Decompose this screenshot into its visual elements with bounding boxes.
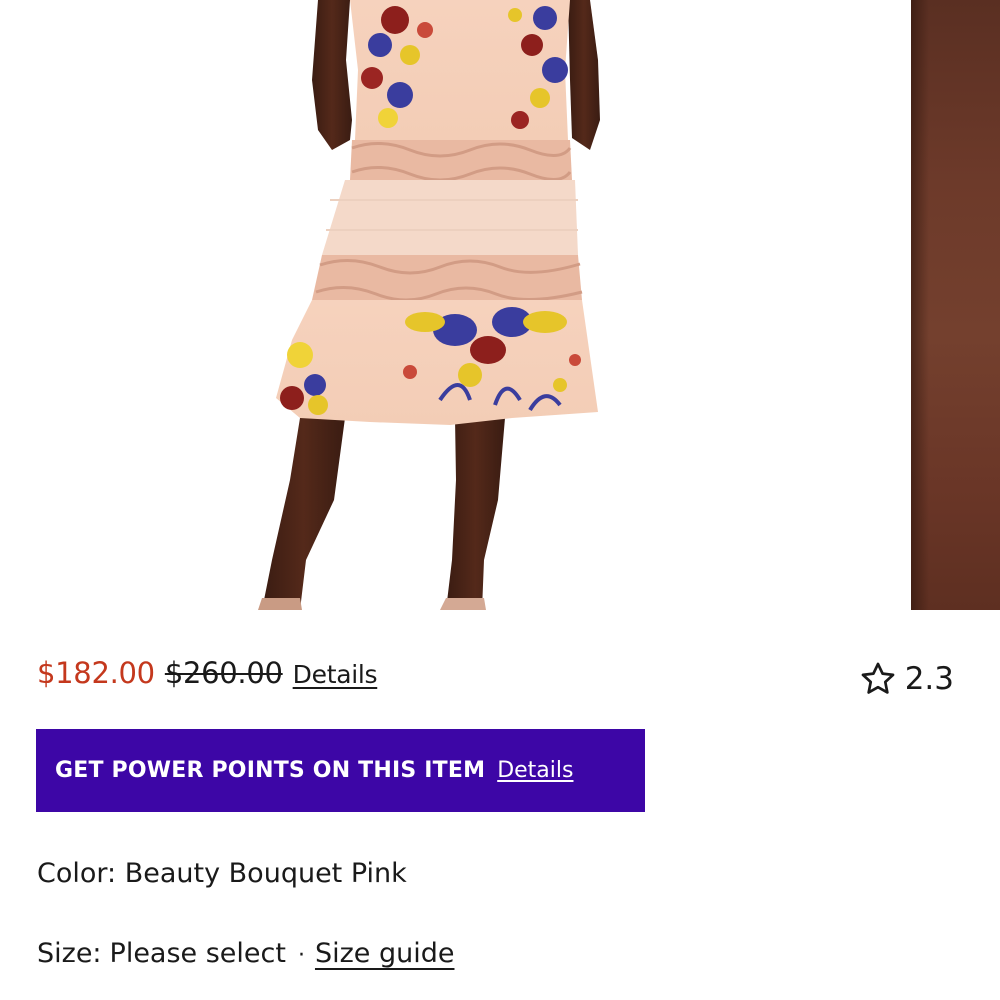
- price-details-link[interactable]: Details: [293, 660, 378, 689]
- color-selection: Color: Beauty Bouquet Pink: [37, 858, 407, 889]
- rating-value: 2.3: [904, 661, 954, 697]
- power-points-banner[interactable]: GET POWER POINTS ON THIS ITEM Details: [36, 729, 645, 812]
- rating[interactable]: 2.3: [859, 660, 954, 698]
- product-detail-page: $182.00 $260.00 Details 2.3 GET POWER PO…: [0, 0, 1000, 1000]
- power-points-details-link[interactable]: Details: [497, 758, 573, 783]
- product-photo-main[interactable]: [0, 0, 895, 610]
- product-image-carousel[interactable]: [0, 0, 1000, 610]
- size-selection: Size: Please select · Size guide: [37, 938, 454, 969]
- sale-price: $182.00: [37, 656, 155, 690]
- dress-illustration: [258, 0, 600, 610]
- color-value: Beauty Bouquet Pink: [124, 858, 407, 889]
- price-row: $182.00 $260.00 Details: [37, 656, 378, 704]
- product-photo-next[interactable]: [911, 0, 1000, 610]
- size-guide-link[interactable]: Size guide: [315, 938, 455, 969]
- power-points-text: GET POWER POINTS ON THIS ITEM: [55, 758, 486, 783]
- size-label: Size:: [37, 938, 102, 969]
- original-price: $260.00: [164, 656, 283, 690]
- color-label: Color:: [37, 858, 117, 889]
- star-outline-icon: [861, 662, 895, 694]
- size-value: Please select: [109, 938, 286, 969]
- separator-dot: ·: [297, 943, 305, 968]
